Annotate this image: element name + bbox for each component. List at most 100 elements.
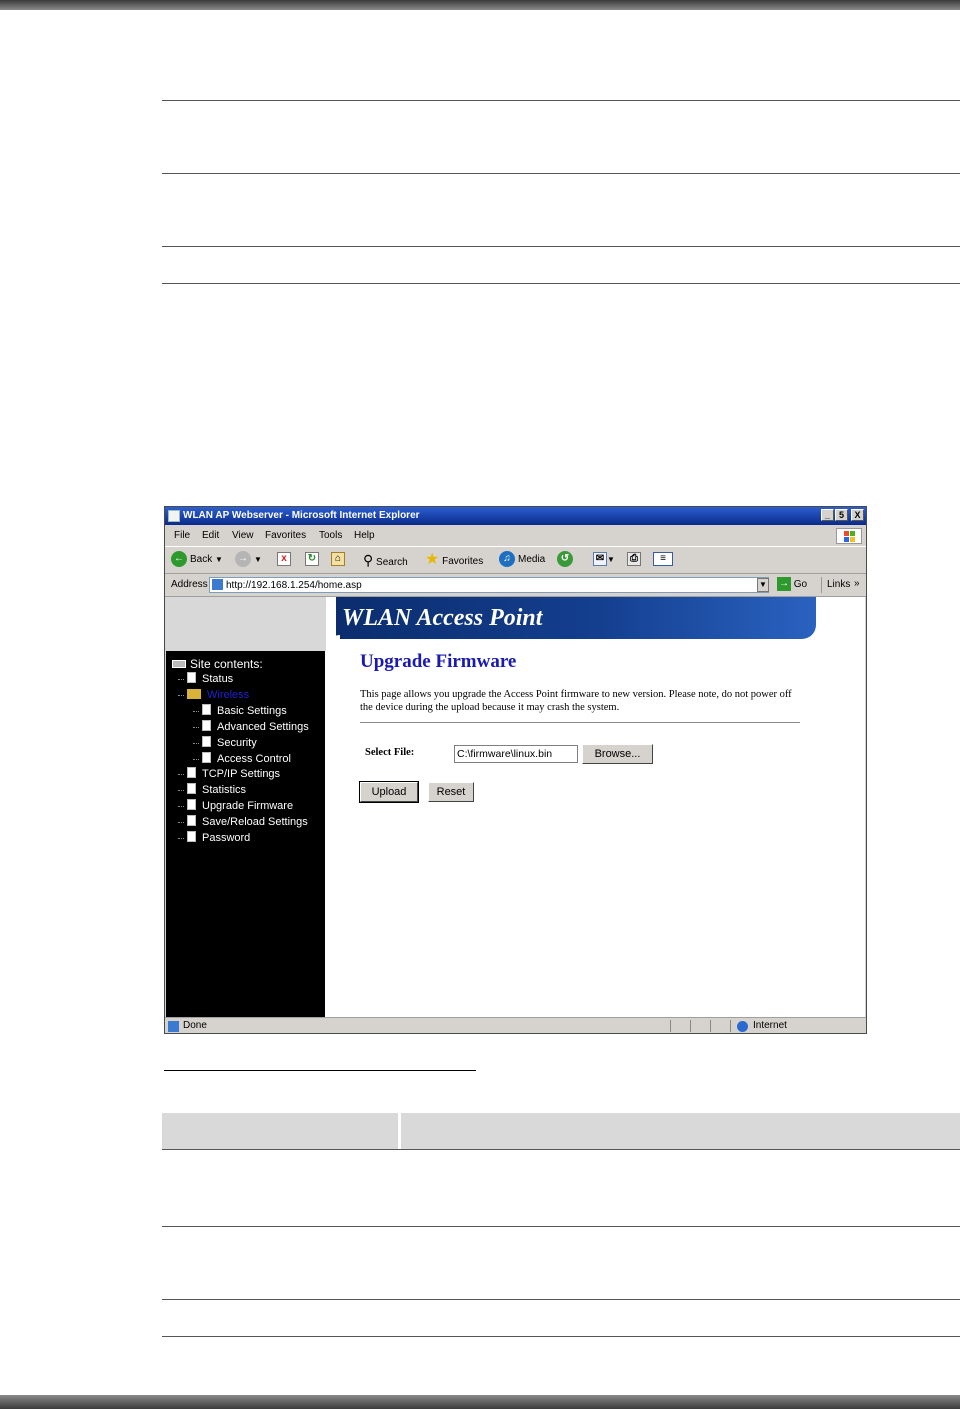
forward-arrow-icon: →: [235, 551, 251, 568]
document-icon: [202, 736, 211, 747]
menu-bar: File Edit View Favorites Tools Help: [165, 526, 866, 547]
history-icon: ↺: [557, 551, 573, 568]
table-rule: [162, 1336, 960, 1337]
favorites-button[interactable]: ★ Favorites: [425, 551, 483, 569]
page-bottom-bar: [0, 1395, 960, 1409]
back-label: Back: [190, 554, 213, 565]
upload-button[interactable]: Upload: [359, 781, 419, 803]
menu-tools[interactable]: Tools: [319, 526, 342, 546]
page-icon: [168, 1021, 179, 1032]
document-icon: [187, 831, 196, 842]
search-icon: ⚲: [363, 552, 374, 568]
ie-window-icon: [168, 510, 180, 522]
sidebar-item-tcpip-settings[interactable]: TCP/IP Settings: [178, 767, 280, 781]
sidebar-item-upgrade-firmware[interactable]: Upgrade Firmware: [178, 799, 293, 813]
table-rule: [162, 173, 960, 174]
address-input[interactable]: http://192.168.1.254/home.asp: [209, 577, 769, 593]
media-icon: ♫: [499, 551, 515, 568]
sidebar-item-wireless[interactable]: Wireless: [178, 688, 249, 702]
sidebar-item-statistics[interactable]: Statistics: [178, 783, 246, 797]
divider: [710, 1020, 711, 1032]
sidebar-item-access-control[interactable]: Access Control: [193, 752, 291, 766]
maximize-button[interactable]: 5: [835, 509, 848, 521]
table-header: [162, 1113, 960, 1149]
folder-open-icon: [187, 689, 201, 699]
address-dropdown-icon[interactable]: ▼: [757, 578, 769, 592]
search-label: Search: [376, 557, 408, 568]
title-bar: WLAN AP Webserver - Microsoft Internet E…: [165, 507, 866, 525]
reset-button[interactable]: Reset: [428, 782, 474, 802]
menu-favorites[interactable]: Favorites: [265, 526, 306, 546]
home-button[interactable]: ⌂: [331, 551, 345, 569]
mail-icon: ✉: [593, 552, 607, 567]
minimize-button[interactable]: _: [821, 509, 834, 521]
sidebar-item-password[interactable]: Password: [178, 831, 250, 845]
browse-button[interactable]: Browse...: [582, 744, 653, 764]
document-icon: [187, 767, 196, 778]
sidebar-item-advanced-settings[interactable]: Advanced Settings: [193, 720, 309, 734]
banner-left: [166, 597, 326, 651]
sidebar-item-security[interactable]: Security: [193, 736, 257, 750]
table-rule: [162, 1226, 960, 1227]
page-title: Upgrade Firmware: [360, 651, 517, 672]
menu-help[interactable]: Help: [354, 526, 375, 546]
sidebar-item-basic-settings[interactable]: Basic Settings: [193, 704, 287, 718]
select-file-label: Select File:: [365, 747, 415, 758]
close-button[interactable]: X: [851, 509, 864, 521]
page-description: This page allows you upgrade the Access …: [360, 689, 792, 713]
dropdown-arrow-icon: ▼: [254, 555, 262, 564]
zone-text: Internet: [753, 1020, 787, 1031]
print-button[interactable]: ⎙: [627, 551, 641, 569]
dropdown-arrow-icon: ▼: [215, 555, 223, 564]
home-icon: ⌂: [331, 552, 345, 567]
address-bar: Address http://192.168.1.254/home.asp ▼ …: [165, 574, 866, 597]
divider: [670, 1020, 671, 1032]
divider: [360, 722, 800, 723]
document-icon: [202, 720, 211, 731]
edit-button[interactable]: ≡: [653, 551, 673, 569]
stop-button[interactable]: x: [277, 551, 291, 569]
star-icon: ★: [425, 551, 440, 568]
dropdown-arrow-icon: ▼: [607, 555, 615, 564]
document-icon: [202, 704, 211, 715]
table-rule: [162, 1149, 960, 1150]
page-top-bar: [0, 0, 960, 10]
links-chevron-icon[interactable]: »: [854, 574, 860, 594]
links-button[interactable]: Links: [827, 574, 850, 596]
sidebar-item-save-reload-settings[interactable]: Save/Reload Settings: [178, 815, 308, 829]
document-icon: [187, 672, 196, 683]
table-rule: [162, 100, 960, 101]
page-icon: [212, 579, 223, 590]
browser-window: WLAN AP Webserver - Microsoft Internet E…: [164, 506, 867, 1034]
document-icon: [187, 815, 196, 826]
banner: WLAN Access Point: [336, 597, 816, 639]
menu-view[interactable]: View: [232, 526, 254, 546]
menu-file[interactable]: File: [174, 526, 190, 546]
toolbar: ← Back ▼ → ▼ x ↻ ⌂ ⚲ Search ★ Favorites ♫ M…: [165, 547, 866, 574]
document-icon: [187, 799, 196, 810]
media-button[interactable]: ♫ Media: [499, 551, 545, 569]
go-button[interactable]: → Go: [777, 577, 807, 593]
menu-edit[interactable]: Edit: [202, 526, 219, 546]
forward-button[interactable]: → ▼: [235, 551, 262, 569]
search-button[interactable]: ⚲ Search: [363, 551, 408, 569]
window-title: WLAN AP Webserver - Microsoft Internet E…: [183, 510, 420, 521]
mail-button[interactable]: ✉ ▼: [593, 551, 615, 569]
back-button[interactable]: ← Back ▼: [171, 551, 223, 569]
history-button[interactable]: ↺: [557, 551, 576, 569]
refresh-button[interactable]: ↻: [305, 551, 319, 569]
stop-icon: x: [277, 552, 291, 567]
divider: [821, 577, 822, 593]
go-label: Go: [793, 579, 808, 590]
banner-curve: [326, 635, 340, 651]
sidebar: Site contents: Status Wireless Basic Set…: [166, 651, 325, 1017]
refresh-icon: ↻: [305, 552, 319, 567]
edit-page-icon: ≡: [653, 552, 673, 567]
cell-divider: [398, 1113, 401, 1149]
media-label: Media: [518, 554, 546, 565]
sidebar-item-status[interactable]: Status: [178, 672, 233, 686]
file-input[interactable]: C:\firmware\linux.bin: [454, 745, 578, 763]
divider: [730, 1020, 731, 1032]
back-arrow-icon: ←: [171, 551, 187, 568]
caption-underline: [164, 1070, 476, 1071]
